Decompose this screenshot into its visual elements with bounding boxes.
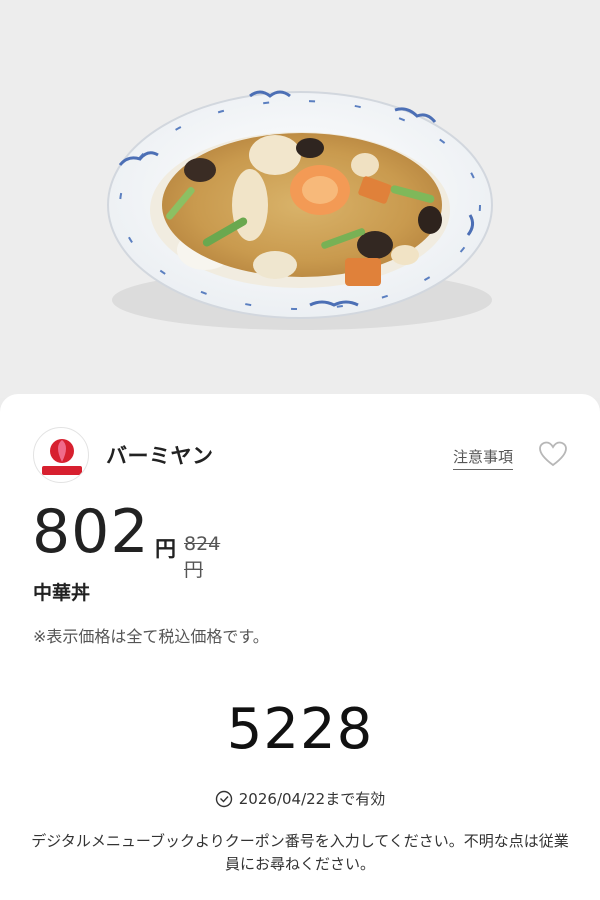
validity-text: 2026/04/22まで有効 (238, 790, 386, 808)
hero-food-image (0, 0, 600, 398)
favorite-button[interactable] (538, 440, 568, 468)
shop-name: バーミヤン (106, 444, 214, 468)
coupon-code: 5228 (226, 697, 374, 762)
clock-icon (215, 790, 232, 807)
notes-link[interactable]: 注意事項 (453, 446, 514, 470)
item-name: 中華丼 (33, 582, 91, 604)
chuka-don-illustration (107, 90, 493, 330)
bamiyan-logo (33, 427, 89, 483)
original-price: 824円 (184, 533, 221, 581)
coupon-instructions: デジタルメニューブックよりクーポン番号を入力してください。不明な点は従業員にお尋… (31, 832, 569, 873)
price-unit: 円 (155, 537, 176, 561)
heart-outline-icon (539, 441, 567, 467)
validity-row: 2026/04/22まで有効 (0, 788, 600, 809)
tax-note: ※表示価格は全て税込価格です。 (33, 627, 269, 646)
discount-price: 802 (32, 497, 150, 567)
